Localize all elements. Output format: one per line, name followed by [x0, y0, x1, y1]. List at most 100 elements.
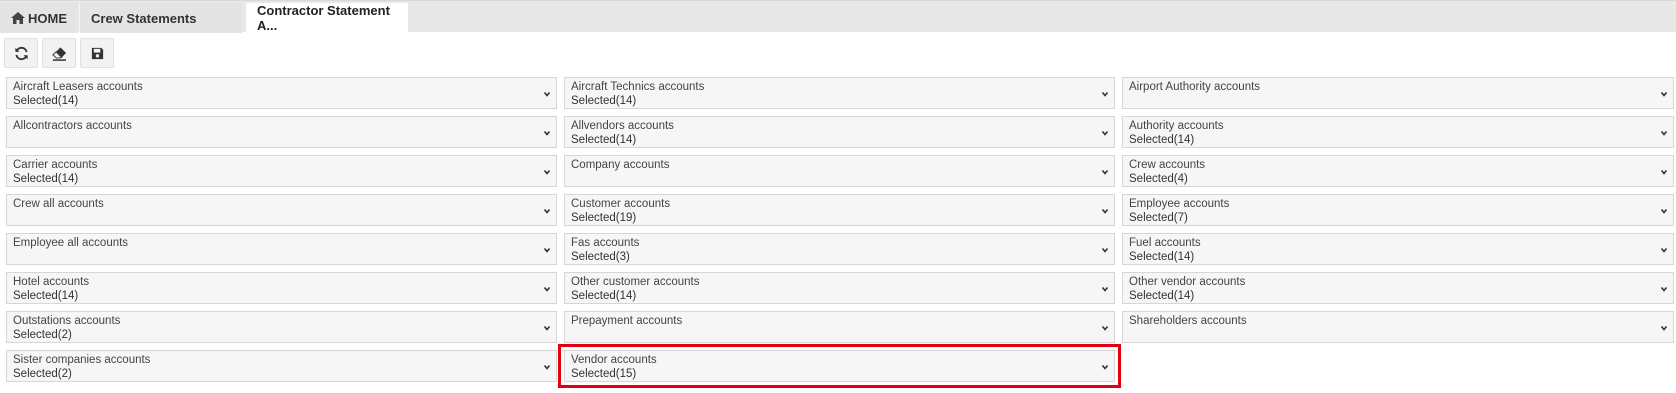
account-dropdown[interactable]: Aircraft Leasers accounts Selected(14) [6, 77, 557, 109]
chevron-down-icon [543, 91, 551, 97]
dropdown-label: Outstations accounts [13, 315, 121, 327]
dropdown-selected-value: Selected(14) [571, 95, 637, 107]
dropdown-label: Allvendors accounts [571, 120, 674, 132]
account-dropdown[interactable]: Authority accounts Selected(14) [1122, 116, 1674, 148]
tab-contractor-statement-label: Contractor Statement A... [257, 3, 390, 33]
toolbar [4, 38, 114, 68]
dropdown-label: Vendor accounts [571, 354, 657, 366]
dropdown-selected-value: Selected(19) [571, 212, 637, 224]
dropdown-selected-value: Selected(2) [13, 329, 72, 341]
account-dropdown[interactable]: Shareholders accounts [1122, 311, 1674, 343]
dropdown-label: Hotel accounts [13, 276, 90, 288]
dropdown-label: Other customer accounts [571, 276, 700, 288]
chevron-down-icon [1101, 91, 1109, 97]
chevron-down-icon [543, 325, 551, 331]
chevron-down-icon [543, 286, 551, 292]
dropdown-label: Shareholders accounts [1129, 315, 1247, 327]
dropdown-selected-value: Selected(14) [13, 173, 79, 185]
chevron-down-icon [1660, 286, 1668, 292]
tab-crew-statements-label: Crew Statements [91, 10, 197, 26]
account-dropdown[interactable]: Other customer accounts Selected(14) [564, 272, 1115, 304]
chevron-down-icon [1101, 286, 1109, 292]
dropdown-selected-value: Selected(15) [571, 368, 637, 380]
dropdown-label: Prepayment accounts [571, 315, 683, 327]
chevron-down-icon [543, 208, 551, 214]
tab-bar: HOME Crew Statements Contractor Statemen… [0, 0, 1676, 33]
dropdown-selected-value: Selected(14) [1129, 134, 1195, 146]
dropdown-label: Fas accounts [571, 237, 640, 249]
tab-home-label: HOME [28, 10, 67, 26]
account-dropdown[interactable]: Vendor accounts Selected(15) [558, 344, 1121, 388]
account-dropdown[interactable]: Prepayment accounts [564, 311, 1115, 343]
clear-button[interactable] [42, 38, 76, 68]
chevron-down-icon [543, 364, 551, 370]
account-dropdown[interactable]: Crew all accounts [6, 194, 557, 226]
account-dropdown[interactable]: Carrier accounts Selected(14) [6, 155, 557, 187]
dropdown-label: Fuel accounts [1129, 237, 1201, 249]
refresh-icon [14, 46, 28, 60]
dropdown-label: Authority accounts [1129, 120, 1224, 132]
chevron-down-icon [543, 247, 551, 253]
dropdown-selected-value: Selected(14) [571, 134, 637, 146]
chevron-down-icon [1660, 130, 1668, 136]
account-dropdown[interactable]: Fuel accounts Selected(14) [1122, 233, 1674, 265]
dropdown-selected-value: Selected(14) [13, 290, 79, 302]
account-dropdown[interactable]: Company accounts [564, 155, 1115, 187]
refresh-button[interactable] [4, 38, 38, 68]
account-dropdown[interactable]: Hotel accounts Selected(14) [6, 272, 557, 304]
dropdown-selected-value: Selected(14) [1129, 251, 1195, 263]
dropdown-label: Aircraft Leasers accounts [13, 81, 143, 93]
account-filters-grid: Aircraft Leasers accounts Selected(14) Air… [6, 77, 1676, 388]
tab-crew-statements[interactable]: Crew Statements [80, 3, 242, 33]
dropdown-label: Employee all accounts [13, 237, 129, 249]
dropdown-selected-value: Selected(2) [13, 368, 72, 380]
dropdown-label: Employee accounts [1129, 198, 1230, 210]
account-dropdown[interactable]: Sister companies accounts Selected(2) [6, 350, 557, 382]
chevron-down-icon [1101, 169, 1109, 175]
dropdown-label: Sister companies accounts [13, 354, 151, 366]
account-dropdown[interactable]: Crew accounts Selected(4) [1122, 155, 1674, 187]
account-dropdown[interactable]: Fas accounts Selected(3) [564, 233, 1115, 265]
dropdown-label: Allcontractors accounts [13, 120, 132, 132]
account-dropdown[interactable]: Allcontractors accounts [6, 116, 557, 148]
dropdown-selected-value: Selected(14) [571, 290, 637, 302]
account-dropdown[interactable]: Airport Authority accounts [1122, 77, 1674, 109]
dropdown-label: Airport Authority accounts [1129, 81, 1261, 93]
dropdown-label: Other vendor accounts [1129, 276, 1246, 288]
save-button[interactable] [80, 38, 114, 68]
account-dropdown[interactable]: Customer accounts Selected(19) [564, 194, 1115, 226]
dropdown-label: Company accounts [571, 159, 670, 171]
account-dropdown[interactable]: Employee accounts Selected(7) [1122, 194, 1674, 226]
chevron-down-icon [1660, 91, 1668, 97]
dropdown-selected-value: Selected(4) [1129, 173, 1188, 185]
chevron-down-icon [543, 169, 551, 175]
eraser-icon [51, 46, 66, 61]
save-icon [91, 47, 103, 59]
home-icon [11, 12, 25, 24]
dropdown-label: Aircraft Technics accounts [571, 81, 705, 93]
account-dropdown[interactable]: Other vendor accounts Selected(14) [1122, 272, 1674, 304]
chevron-down-icon [1101, 325, 1109, 331]
chevron-down-icon [1660, 325, 1668, 331]
chevron-down-icon [1101, 130, 1109, 136]
chevron-down-icon [543, 130, 551, 136]
chevron-down-icon [1660, 208, 1668, 214]
chevron-down-icon [1101, 208, 1109, 214]
chevron-down-icon [1101, 364, 1109, 370]
account-dropdown[interactable]: Allvendors accounts Selected(14) [564, 116, 1115, 148]
dropdown-selected-value: Selected(7) [1129, 212, 1188, 224]
account-dropdown[interactable]: Aircraft Technics accounts Selected(14) [564, 77, 1115, 109]
dropdown-label: Customer accounts [571, 198, 671, 210]
dropdown-selected-value: Selected(14) [13, 95, 79, 107]
tab-home[interactable]: HOME [0, 3, 81, 33]
account-dropdown[interactable]: Employee all accounts [6, 233, 557, 265]
account-dropdown[interactable]: Outstations accounts Selected(2) [6, 311, 557, 343]
tab-contractor-statement[interactable]: Contractor Statement A... [246, 3, 408, 33]
chevron-down-icon [1660, 169, 1668, 175]
chevron-down-icon [1101, 247, 1109, 253]
dropdown-selected-value: Selected(14) [1129, 290, 1195, 302]
dropdown-label: Carrier accounts [13, 159, 98, 171]
dropdown-label: Crew accounts [1129, 159, 1206, 171]
chevron-down-icon [1660, 247, 1668, 253]
dropdown-label: Crew all accounts [13, 198, 104, 210]
